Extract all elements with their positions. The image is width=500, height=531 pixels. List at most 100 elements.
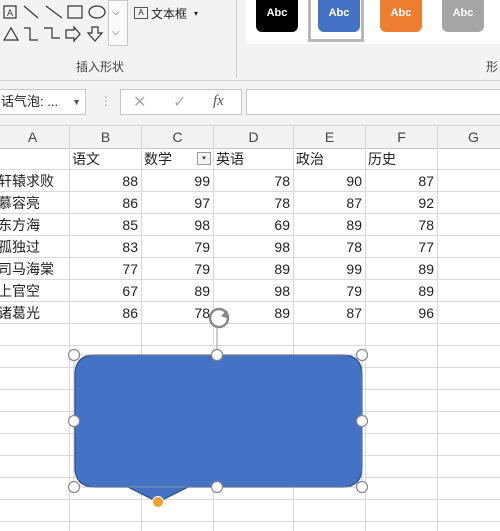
style-chip-blue[interactable]: Abc: [318, 0, 360, 32]
expand-gallery-icon[interactable]: ⌵: [112, 27, 120, 38]
score-cell[interactable]: 77: [366, 236, 438, 258]
score-cell[interactable]: 85: [70, 214, 142, 236]
elbow-arrow-connector-icon[interactable]: [44, 27, 60, 39]
elbow-connector-icon[interactable]: [24, 27, 38, 41]
name-cell[interactable]: 轩辕求败: [0, 170, 70, 192]
enter-icon[interactable]: ✓: [173, 92, 186, 112]
score-cell[interactable]: 89: [366, 280, 438, 302]
score-cell[interactable]: 86: [70, 192, 142, 214]
chevron-down-icon[interactable]: ▼: [72, 90, 81, 114]
down-arrow-icon[interactable]: [86, 26, 104, 42]
score-cell[interactable]: 89: [214, 258, 294, 280]
name-box[interactable]: 话气泡: ... ▼: [0, 89, 86, 115]
score-cell[interactable]: 78: [214, 170, 294, 192]
header-cell[interactable]: 语文: [70, 148, 142, 170]
column-header-g[interactable]: G: [438, 126, 500, 148]
name-cell[interactable]: 慕容亮: [0, 192, 70, 214]
style-chip-orange[interactable]: Abc: [380, 0, 422, 32]
score-cell[interactable]: 87: [294, 192, 366, 214]
score-cell[interactable]: 69: [214, 214, 294, 236]
score-cell[interactable]: 83: [70, 236, 142, 258]
score-cell[interactable]: 87: [366, 170, 438, 192]
score-cell[interactable]: 78: [142, 302, 214, 324]
score-cell[interactable]: 89: [142, 280, 214, 302]
speech-bubble-callout[interactable]: [74, 354, 363, 503]
score-cell[interactable]: 90: [294, 170, 366, 192]
rectangle-icon[interactable]: [67, 5, 83, 19]
resize-handle-right[interactable]: [355, 414, 369, 428]
header-cell[interactable]: 历史: [366, 148, 438, 170]
insert-function-icon[interactable]: fx: [213, 93, 224, 110]
score-cell[interactable]: 78: [214, 192, 294, 214]
score-cell[interactable]: 86: [70, 302, 142, 324]
score-cell[interactable]: 89: [294, 214, 366, 236]
ribbon: A ⌵ ⌵ A 文本框 ▾ 插入形状 Abc Abc Abc Abc 形: [0, 0, 500, 81]
cancel-icon[interactable]: ✕: [133, 92, 146, 112]
shape-styles-gallery[interactable]: Abc Abc Abc Abc: [246, 0, 500, 44]
resize-handle-left[interactable]: [67, 414, 81, 428]
column-header-c[interactable]: C: [142, 126, 214, 148]
score-cell[interactable]: 98: [214, 280, 294, 302]
score-cell[interactable]: 99: [294, 258, 366, 280]
name-cell[interactable]: 司马海棠: [0, 258, 70, 280]
name-box-value: 话气泡: ...: [1, 94, 59, 109]
column-header-bar: ABCDEFG: [0, 126, 500, 149]
row-gridline: [0, 499, 500, 500]
name-cell[interactable]: 孤独过: [0, 236, 70, 258]
resize-handle-top-left[interactable]: [67, 348, 81, 362]
triangle-icon[interactable]: [2, 26, 20, 41]
resize-handle-bottom-left[interactable]: [67, 480, 81, 494]
chevron-down-icon: ▾: [194, 8, 199, 18]
column-header-e[interactable]: E: [294, 126, 366, 148]
score-cell[interactable]: 99: [142, 170, 214, 192]
textbox-shape-icon[interactable]: A: [3, 5, 17, 19]
score-cell[interactable]: 98: [142, 214, 214, 236]
score-cell[interactable]: 97: [142, 192, 214, 214]
column-header-f[interactable]: F: [366, 126, 438, 148]
header-cell[interactable]: 英语: [214, 148, 294, 170]
score-cell[interactable]: 79: [142, 258, 214, 280]
column-header-a[interactable]: A: [0, 126, 70, 148]
resize-handle-bottom-right[interactable]: [355, 480, 369, 494]
style-chip-gray[interactable]: Abc: [442, 0, 484, 32]
rotate-handle-icon[interactable]: [208, 307, 230, 329]
column-header-b[interactable]: B: [70, 126, 142, 148]
textbox-button[interactable]: A 文本框 ▾: [134, 4, 198, 22]
gallery-scroll[interactable]: ⌵ ⌵: [108, 0, 128, 46]
score-cell[interactable]: 79: [142, 236, 214, 258]
name-cell[interactable]: 诸葛光: [0, 302, 70, 324]
resize-handle-top-right[interactable]: [355, 348, 369, 362]
score-cell[interactable]: 88: [70, 170, 142, 192]
score-cell[interactable]: 87: [294, 302, 366, 324]
score-cell[interactable]: 78: [366, 214, 438, 236]
formula-buttons: ✕ ✓ fx: [120, 89, 242, 115]
score-cell[interactable]: 67: [70, 280, 142, 302]
name-cell[interactable]: 东方海: [0, 214, 70, 236]
score-cell[interactable]: 96: [366, 302, 438, 324]
score-cell[interactable]: 92: [366, 192, 438, 214]
resize-handle-top[interactable]: [210, 348, 224, 362]
line-icon[interactable]: [23, 5, 39, 19]
score-cell[interactable]: 98: [214, 236, 294, 258]
group-label-shape-styles: 形: [486, 60, 499, 74]
score-cell[interactable]: 79: [294, 280, 366, 302]
formula-bar-grip-icon[interactable]: ⋮: [100, 95, 112, 107]
style-chip-black[interactable]: Abc: [256, 0, 298, 32]
score-cell[interactable]: 77: [70, 258, 142, 280]
callout-tail-adjust-handle[interactable]: [152, 496, 164, 508]
oval-icon[interactable]: [88, 5, 106, 19]
chevron-down-icon[interactable]: ⌵: [112, 7, 120, 18]
textbox-label: 文本框: [151, 6, 188, 21]
score-cell[interactable]: 89: [366, 258, 438, 280]
group-label-insert-shapes: 插入形状: [75, 60, 124, 74]
arrow-line-icon[interactable]: [45, 5, 63, 19]
svg-text:A: A: [7, 8, 13, 18]
resize-handle-bottom[interactable]: [210, 480, 224, 494]
header-cell[interactable]: 政治: [294, 148, 366, 170]
score-cell[interactable]: 78: [294, 236, 366, 258]
formula-input[interactable]: [246, 89, 500, 115]
column-header-d[interactable]: D: [214, 126, 294, 148]
right-arrow-icon[interactable]: [65, 25, 81, 43]
name-cell[interactable]: 上官空: [0, 280, 70, 302]
filter-dropdown-icon[interactable]: ▾: [197, 152, 211, 165]
